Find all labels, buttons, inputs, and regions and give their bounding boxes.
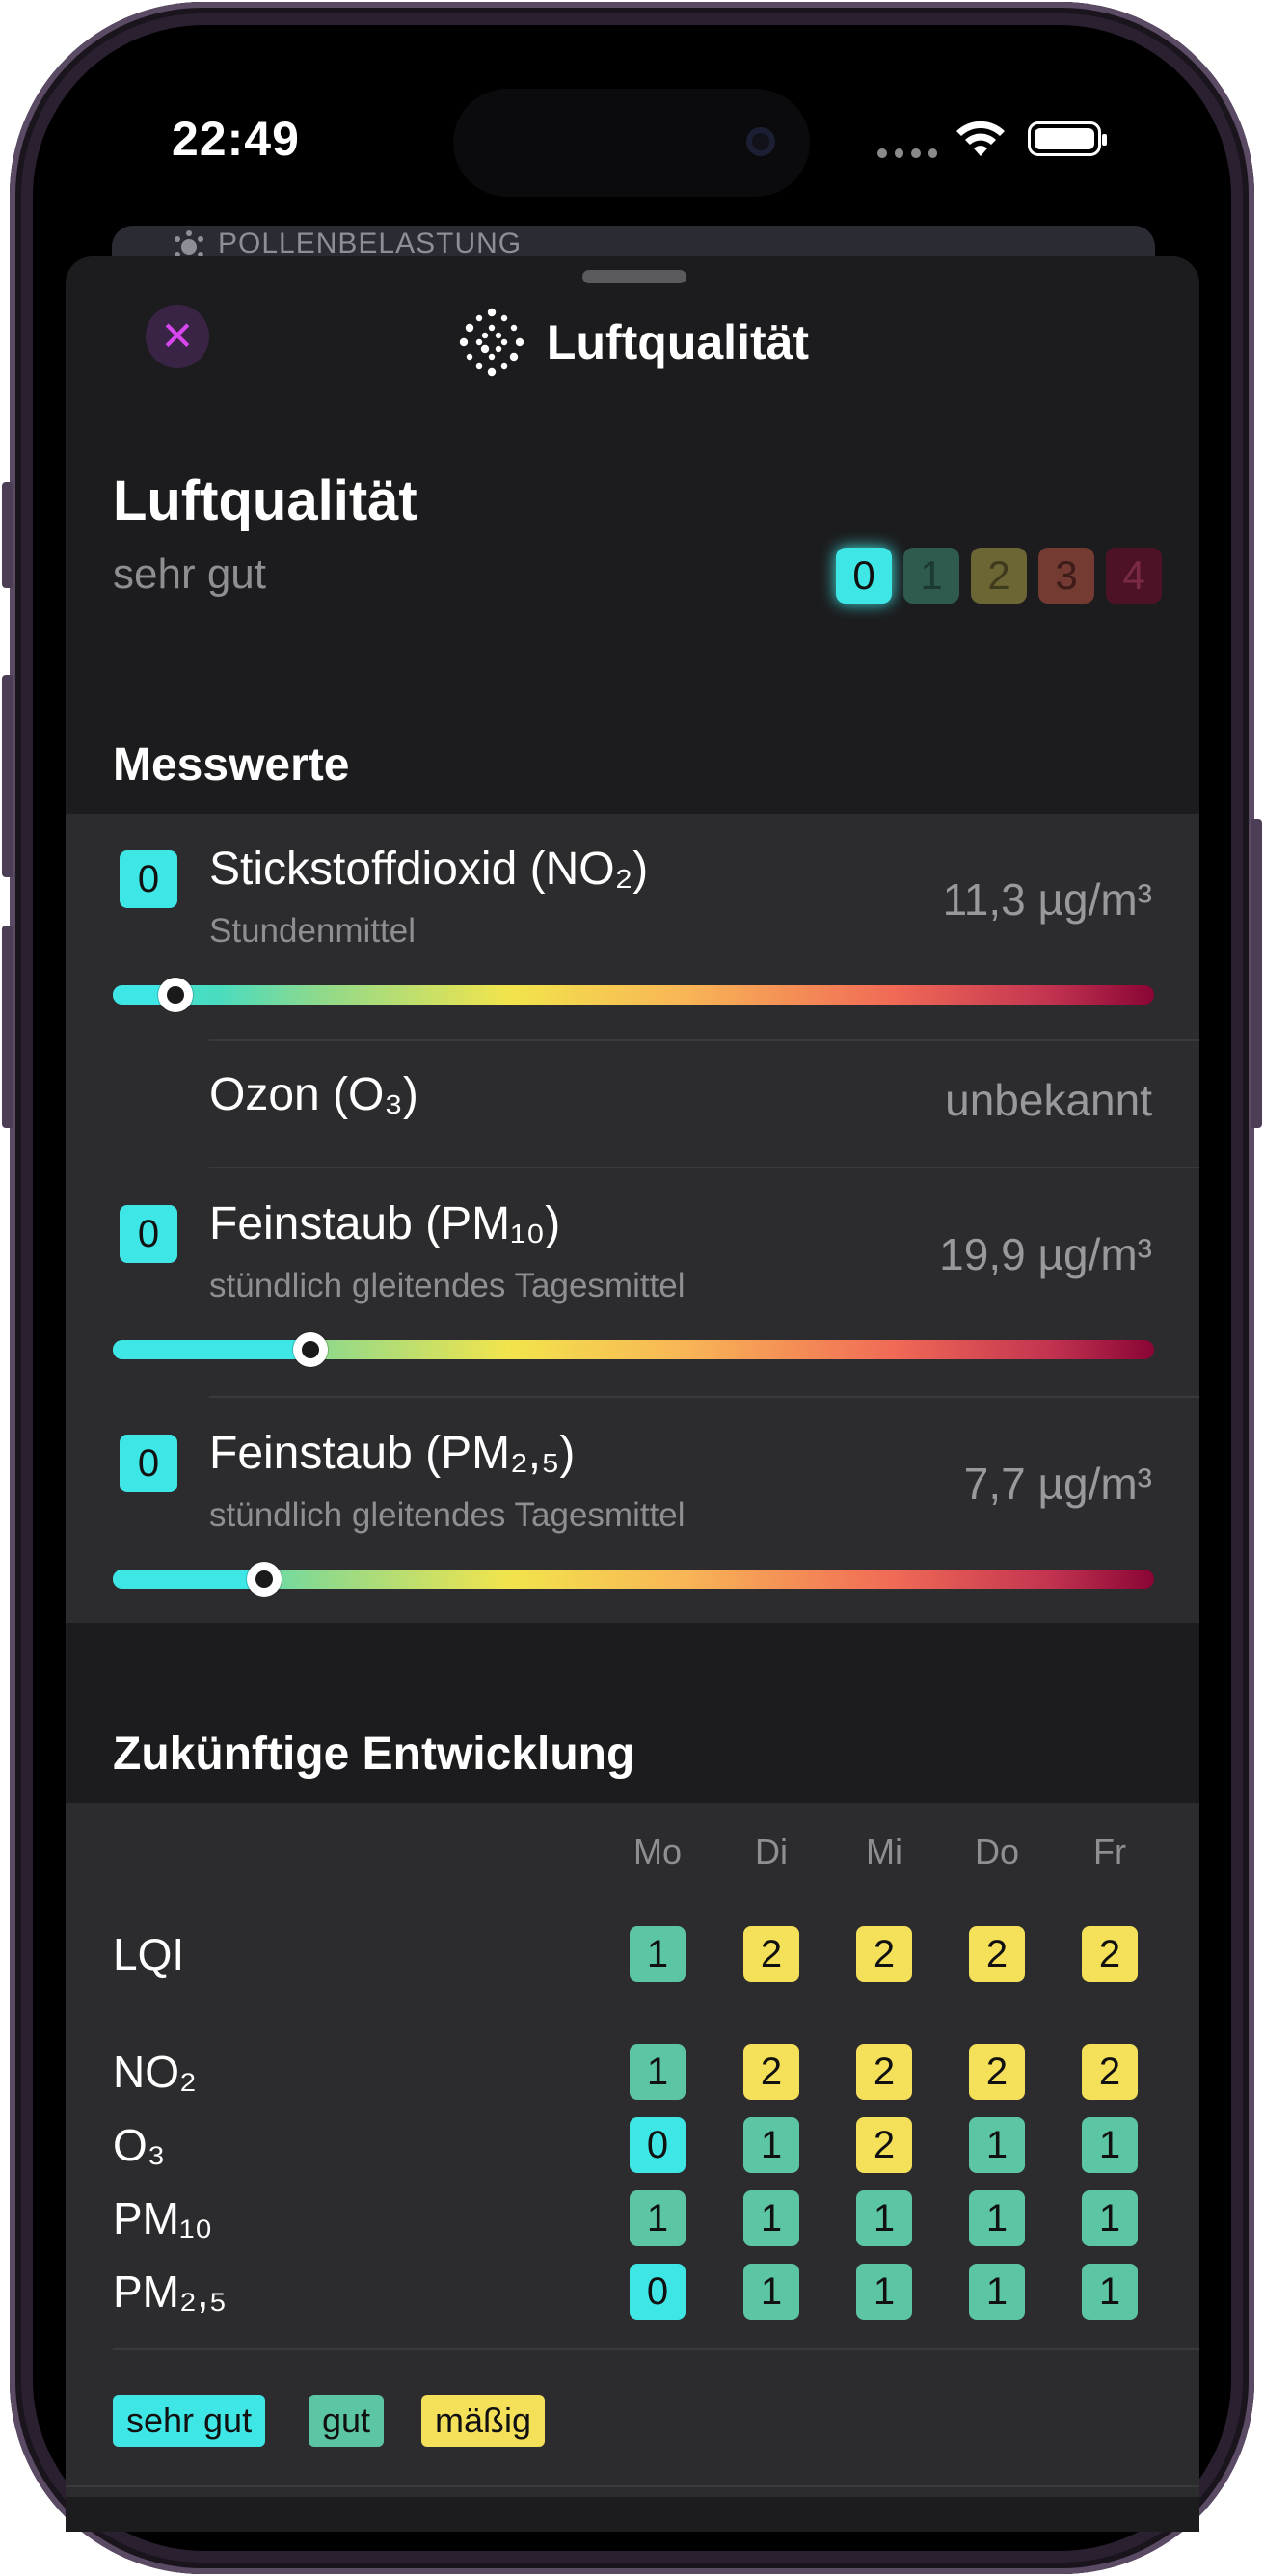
forecast-cell: 2	[969, 1926, 1025, 1982]
forecast-row-label: O₃	[113, 2120, 166, 2170]
measurement-level-bar	[113, 1332, 1154, 1367]
wifi-icon	[956, 121, 1005, 156]
battery-icon	[1028, 121, 1107, 156]
measurement-name: Feinstaub (PM₂,₅)	[209, 1428, 576, 1479]
forecast-cell: 1	[1082, 2117, 1138, 2173]
measurement-level-fill	[113, 1570, 264, 1589]
forecast-cell: 1	[856, 2264, 912, 2320]
nav-title: Luftqualität	[546, 315, 810, 369]
volume-down-button	[2, 926, 13, 1128]
measurement-level-knob	[246, 1562, 282, 1597]
forecast-cell: 2	[1082, 1926, 1138, 1982]
forecast-cell: 1	[1082, 2264, 1138, 2320]
summary-rating: sehr gut	[113, 550, 266, 598]
measurement-sub: stündlich gleitendes Tagesmittel	[209, 1496, 686, 1534]
measurement-name: Ozon (O₃)	[209, 1069, 418, 1120]
scale-item-0: 0	[836, 548, 892, 604]
power-button	[1251, 819, 1262, 1128]
scale-item-3: 3	[1038, 548, 1094, 604]
measurement-value: 11,3 µg/m³	[942, 874, 1152, 925]
forecast-cell: 1	[743, 2264, 799, 2320]
cellular-signal-icon	[877, 148, 937, 158]
status-time: 22:49	[172, 112, 300, 166]
forecast-day-mi: Mi	[866, 1832, 902, 1871]
forecast-cell: 1	[969, 2190, 1025, 2246]
measurement-value: 19,9 µg/m³	[939, 1229, 1152, 1279]
forecast-cell: 1	[743, 2190, 799, 2246]
forecast-cell: 2	[969, 2044, 1025, 2100]
forecast-table: Mo Di Mi Do Fr LQI 1 2 2 2 2 NO₂ 1 2 2 2 2 O₃ 0 1 2 1 1 PM₁₀ 1 1 1…	[66, 1803, 1199, 2497]
forecast-row-label: NO₂	[113, 2047, 197, 2097]
forecast-cell: 1	[1082, 2190, 1138, 2246]
background-card-label: POLLENBELASTUNG	[218, 228, 523, 259]
sheet-grabber[interactable]	[582, 270, 686, 283]
measurement-level-bar	[113, 978, 1154, 1012]
air-quality-icon	[459, 308, 524, 377]
action-button	[2, 482, 13, 588]
divider	[113, 2348, 1199, 2350]
forecast-cell: 1	[630, 1926, 686, 1982]
measurement-level-bar	[113, 1562, 1154, 1597]
measurement-badge: 0	[120, 850, 177, 908]
divider	[66, 2485, 1199, 2487]
measurement-level-fill	[113, 1340, 311, 1359]
forecast-cell: 2	[743, 1926, 799, 1982]
forecast-cell: 0	[630, 2117, 686, 2173]
legend-good: gut	[309, 2395, 385, 2447]
measurement-name: Stickstoffdioxid (NO₂)	[209, 844, 649, 895]
forecast-cell: 1	[969, 2264, 1025, 2320]
air-quality-sheet: ✕ Luftqualität Luftqualität sehr gut 0 1…	[66, 256, 1199, 2532]
forecast-row-label: PM₂,₅	[113, 2267, 228, 2317]
measurements-heading: Messwerte	[113, 739, 350, 791]
measurement-value: unbekannt	[945, 1075, 1152, 1125]
forecast-cell: 1	[969, 2117, 1025, 2173]
measurement-sub: stündlich gleitendes Tagesmittel	[209, 1267, 686, 1304]
divider	[209, 1167, 1199, 1168]
forecast-cell: 1	[743, 2117, 799, 2173]
legend-very-good: sehr gut	[113, 2395, 266, 2447]
forecast-cell: 2	[1082, 2044, 1138, 2100]
forecast-heading: Zukünftige Entwicklung	[113, 1729, 635, 1780]
divider	[209, 1039, 1199, 1041]
measurement-sub: Stundenmittel	[209, 912, 417, 950]
volume-up-button	[2, 675, 13, 877]
measurement-level-knob	[293, 1332, 329, 1367]
measurement-badge: 0	[120, 1435, 177, 1492]
forecast-cell: 1	[856, 2190, 912, 2246]
forecast-row-label: PM₁₀	[113, 2193, 213, 2243]
measurement-level-knob	[157, 978, 193, 1012]
measurement-badge: 0	[120, 1205, 177, 1263]
scale-item-2: 2	[971, 548, 1027, 604]
divider	[209, 1396, 1199, 1398]
forecast-day-di: Di	[755, 1832, 788, 1871]
legend-moderate: mäßig	[421, 2395, 546, 2447]
measurement-value: 7,7 µg/m³	[963, 1459, 1152, 1509]
scale-item-4: 4	[1106, 548, 1162, 604]
camera-icon	[746, 127, 775, 156]
scale-item-1: 1	[903, 548, 959, 604]
forecast-day-fr: Fr	[1093, 1832, 1126, 1871]
forecast-row-label: LQI	[113, 1929, 185, 1979]
forecast-cell: 2	[856, 2117, 912, 2173]
summary-title: Luftqualität	[113, 470, 417, 532]
quality-scale: 0 1 2 3 4	[836, 548, 1162, 604]
forecast-cell: 0	[630, 2264, 686, 2320]
nav-bar: Luftqualität	[66, 307, 1199, 378]
forecast-cell: 2	[856, 2044, 912, 2100]
forecast-cell: 1	[630, 2044, 686, 2100]
measurements-list: 0 Stickstoffdioxid (NO₂) Stundenmittel 1…	[66, 814, 1199, 1623]
forecast-day-do: Do	[974, 1832, 1020, 1871]
measurement-name: Feinstaub (PM₁₀)	[209, 1198, 561, 1249]
forecast-cell: 1	[630, 2190, 686, 2246]
forecast-cell: 2	[743, 2044, 799, 2100]
forecast-cell: 2	[856, 1926, 912, 1982]
forecast-day-mo: Mo	[632, 1832, 682, 1871]
